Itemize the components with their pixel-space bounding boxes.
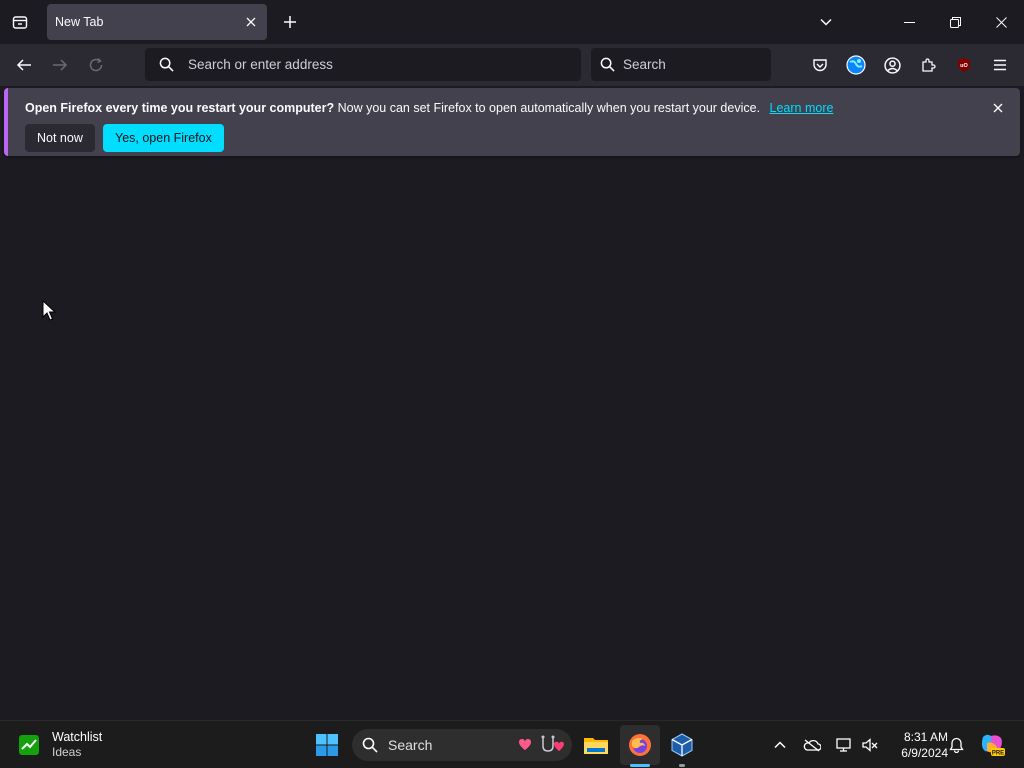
widget-title: Watchlist — [52, 730, 103, 744]
svg-text:PRE: PRE — [992, 751, 1004, 757]
widget-subtitle: Ideas — [52, 745, 82, 759]
pocket-icon — [813, 59, 827, 72]
globe-extension-icon — [846, 55, 866, 75]
address-bar[interactable] — [145, 48, 581, 81]
navigation-toolbar: uO — [0, 44, 1024, 86]
volume-tray-button[interactable] — [858, 733, 882, 757]
watchlist-widget[interactable]: Watchlist Ideas — [18, 728, 102, 762]
widget-text: Watchlist Ideas — [52, 730, 102, 760]
tab-strip: New Tab — [0, 0, 1024, 44]
taskbar-search-label: Search — [388, 737, 433, 753]
search-input[interactable] — [623, 57, 763, 72]
tab-title: New Tab — [55, 15, 104, 29]
extensions-button[interactable] — [914, 51, 942, 79]
startup-notification: Open Firefox every time you restart your… — [4, 88, 1020, 156]
app-menu-button[interactable] — [986, 51, 1014, 79]
onedrive-tray-button[interactable] — [800, 733, 824, 757]
not-now-button[interactable]: Not now — [25, 124, 95, 152]
close-icon — [993, 103, 1003, 113]
svg-text:uO: uO — [960, 63, 968, 69]
clock[interactable]: 8:31 AM 6/9/2024 — [884, 729, 948, 761]
pocket-button[interactable] — [806, 51, 834, 79]
extension-globe-button[interactable] — [842, 51, 870, 79]
volume-icon — [862, 738, 878, 752]
plus-icon — [284, 16, 296, 28]
tab-list-icon — [12, 16, 28, 29]
chevron-down-icon — [820, 18, 832, 26]
ublock-icon: uO — [958, 58, 970, 72]
minimize-button[interactable] — [886, 0, 932, 44]
mouse-cursor-icon — [42, 300, 56, 321]
hamburger-menu-icon — [994, 59, 1006, 71]
address-input[interactable] — [188, 57, 548, 72]
restore-icon — [949, 16, 961, 28]
restore-button[interactable] — [932, 0, 978, 44]
clock-time: 8:31 AM — [903, 730, 948, 744]
file-explorer-button[interactable] — [576, 725, 616, 765]
file-explorer-icon — [584, 738, 608, 754]
back-arrow-icon — [16, 59, 31, 71]
back-button[interactable] — [10, 51, 38, 79]
firefox-taskbar-button[interactable] — [620, 725, 660, 767]
learn-more-link[interactable]: Learn more — [770, 101, 834, 115]
tab-list-button[interactable] — [6, 8, 34, 36]
copilot-icon: PRE — [981, 734, 1005, 757]
bell-icon — [948, 737, 964, 753]
account-icon — [883, 56, 901, 74]
stock-chart-icon — [19, 735, 39, 755]
network-icon — [836, 738, 851, 752]
ublock-button[interactable]: uO — [950, 51, 978, 79]
onedrive-icon — [803, 739, 821, 752]
search-icon — [159, 57, 174, 72]
notification-title: Open Firefox every time you restart your… — [25, 101, 335, 115]
search-icon — [362, 737, 378, 753]
reload-button[interactable] — [82, 51, 110, 79]
notification-message: Now you can set Firefox to open automati… — [337, 101, 761, 115]
virtualbox-icon — [671, 733, 693, 757]
list-all-tabs-button[interactable] — [812, 8, 840, 36]
search-highlight-hearts-icon — [519, 735, 564, 752]
firefox-icon — [629, 734, 651, 756]
reload-icon — [89, 57, 103, 72]
page-content[interactable] — [0, 160, 1024, 720]
start-button[interactable] — [307, 725, 347, 765]
taskbar-search[interactable]: Search — [352, 729, 572, 761]
tab-close-button[interactable] — [241, 12, 261, 32]
search-icon — [600, 57, 615, 72]
forward-arrow-icon — [53, 59, 68, 71]
close-icon — [246, 17, 256, 27]
account-button[interactable] — [878, 51, 906, 79]
minimize-icon — [903, 21, 915, 23]
window-close-button[interactable] — [978, 0, 1024, 44]
notification-close-button[interactable] — [988, 98, 1008, 118]
new-tab-button[interactable] — [276, 8, 304, 36]
copilot-button[interactable]: PRE — [978, 731, 1006, 759]
windows-start-icon — [316, 734, 338, 756]
active-app-indicator — [630, 764, 650, 767]
running-app-indicator — [679, 764, 685, 767]
network-tray-button[interactable] — [832, 733, 856, 757]
yes-open-firefox-button[interactable]: Yes, open Firefox — [103, 124, 224, 152]
forward-button[interactable] — [46, 51, 74, 79]
notification-text: Open Firefox every time you restart your… — [25, 101, 833, 115]
close-icon — [995, 16, 1007, 28]
clock-date: 6/9/2024 — [901, 746, 948, 760]
notifications-button[interactable] — [944, 733, 968, 757]
virtualbox-taskbar-button[interactable] — [662, 725, 702, 767]
taskbar: Watchlist Ideas Search 8:31 AM 6/9/2024 — [0, 720, 1024, 768]
tab-new-tab[interactable]: New Tab — [47, 4, 267, 40]
extensions-icon — [922, 58, 936, 72]
show-hidden-icons-button[interactable] — [768, 733, 792, 757]
search-bar[interactable] — [591, 48, 771, 81]
chevron-up-icon — [774, 741, 786, 749]
